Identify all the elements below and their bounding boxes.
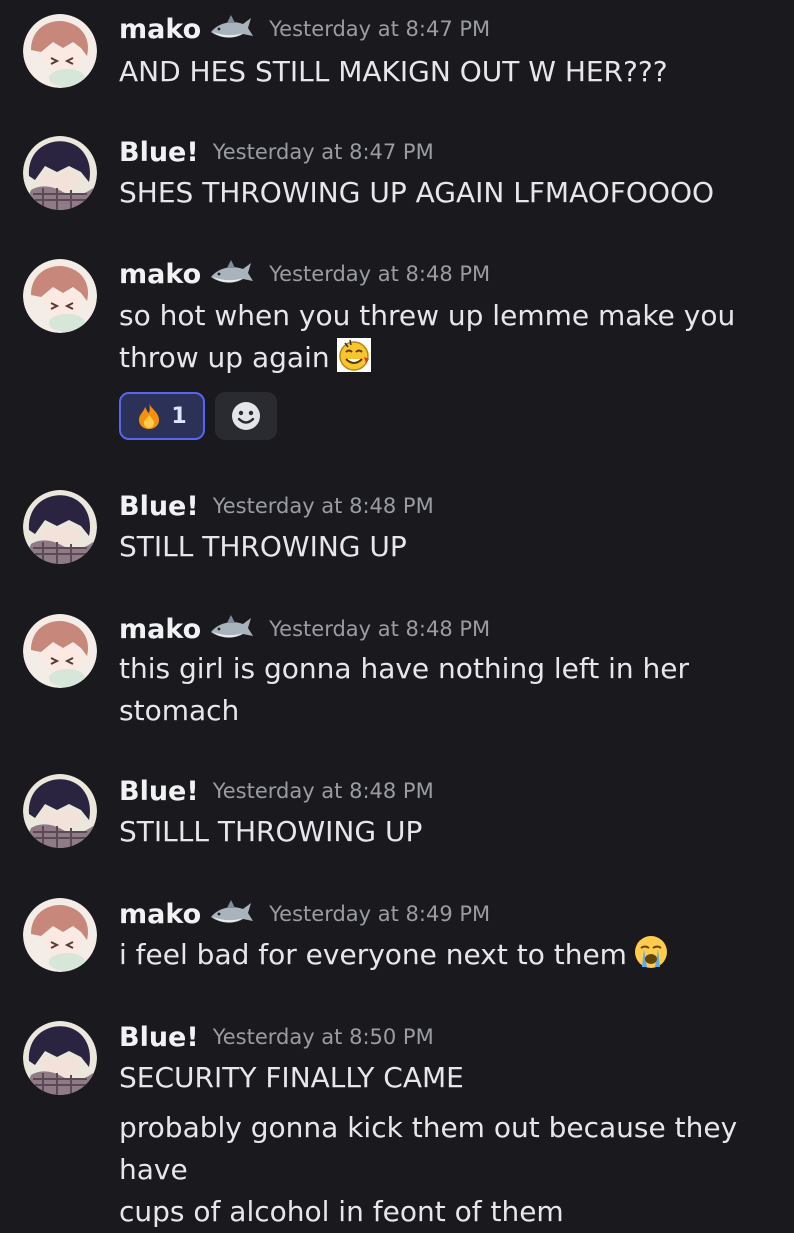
avatar[interactable] [23,898,97,972]
timestamp: Yesterday at 8:48 PM [269,617,491,641]
add-reaction-button[interactable] [215,392,277,440]
reaction-count: 1 [171,403,187,429]
message-line: i feel bad for everyone next to them [119,938,627,971]
message-text: AND HES STILL MAKIGN OUT W HER??? [119,51,779,93]
author-name[interactable]: Blue! [119,776,199,807]
avatar[interactable] [23,614,97,688]
shark-icon [209,899,254,929]
shark-icon [209,614,254,644]
author-name[interactable]: Blue! [119,1022,199,1053]
author-name[interactable]: mako [119,899,201,930]
avatar[interactable] [23,774,97,848]
timestamp: Yesterday at 8:47 PM [212,140,434,164]
avatar[interactable] [23,14,97,88]
chat-log: mako Yesterday at 8:47 PM AND HES STILL … [0,0,794,1228]
avatar[interactable] [23,490,97,564]
timestamp: Yesterday at 8:49 PM [269,902,491,926]
author-name[interactable]: mako [119,614,201,645]
message-line: STILL THROWING UP [119,530,407,563]
message-line: SECURITY FINALLY CAME [119,1061,464,1094]
message-text: STILL THROWING UP [119,526,779,568]
message-line: stomach [119,694,240,727]
timestamp: Yesterday at 8:48 PM [212,779,434,803]
avatar[interactable] [23,1021,97,1095]
author-name[interactable]: mako [119,259,201,290]
avatar[interactable] [23,136,97,210]
timestamp: Yesterday at 8:48 PM [269,262,491,286]
message-line: STILLL THROWING UP [119,815,423,848]
timestamp: Yesterday at 8:48 PM [212,494,434,518]
followup-message-text: probably gonna kick them out because the… [119,1107,779,1233]
author-name[interactable]: mako [119,14,201,45]
message-text: SECURITY FINALLY CAME [119,1057,779,1099]
timestamp: Yesterday at 8:47 PM [269,17,491,41]
message-text: so hot when you threw up lemme make you … [119,295,779,379]
avatar[interactable] [23,259,97,333]
shark-icon [209,259,254,289]
fire-emoji [137,402,161,430]
message-line: SHES THROWING UP AGAIN LFMAOFOOOO [119,176,715,209]
message-line: probably gonna kick them out because the… [119,1111,747,1186]
reaction-fire[interactable]: 1 [119,392,205,440]
message-line: throw up again [119,341,330,374]
message-text: STILLL THROWING UP [119,811,779,853]
shark-icon [209,14,254,44]
add-reaction-icon [230,400,262,432]
message-line: so hot when you threw up lemme make you [119,299,736,332]
author-name[interactable]: Blue! [119,491,199,522]
reactions: 1 [119,392,277,440]
message-text: this girl is gonna have nothing left in … [119,648,779,732]
message-text: SHES THROWING UP AGAIN LFMAOFOOOO [119,172,779,214]
timestamp: Yesterday at 8:50 PM [212,1025,434,1049]
author-name[interactable]: Blue! [119,137,199,168]
drooling-face-emoji [336,337,372,373]
message-text: i feel bad for everyone next to them [119,934,779,976]
message-line: this girl is gonna have nothing left in … [119,652,690,685]
loudly-crying-face-emoji [633,934,669,970]
message-line: AND HES STILL MAKIGN OUT W HER??? [119,55,668,88]
